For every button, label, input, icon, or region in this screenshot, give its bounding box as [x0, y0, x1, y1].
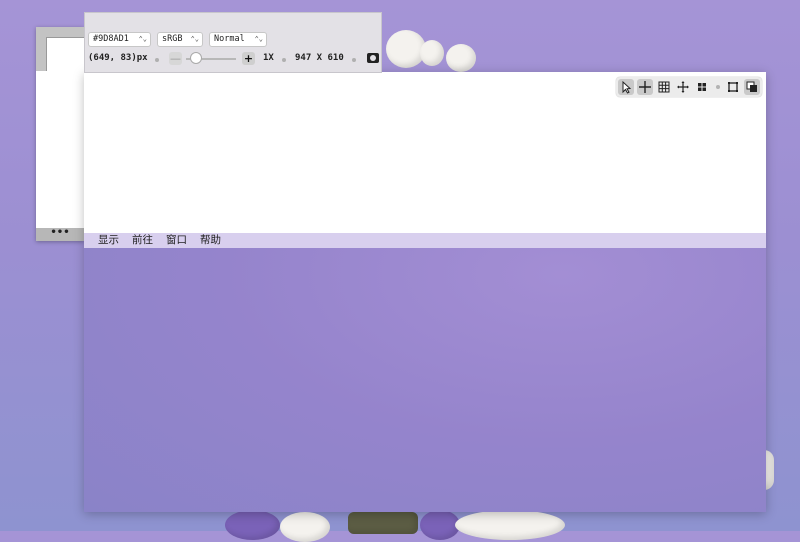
loupe-window[interactable]: ••• [36, 27, 84, 241]
separator-dot [282, 58, 286, 62]
tool-palette [616, 77, 762, 97]
color-picker-panel: #9D8AD1 ⌃⌄ sRGB ⌃⌄ Normal ⌃⌄ (649, 83)px… [84, 12, 382, 73]
color-space-value: sRGB [162, 34, 183, 44]
layers-icon[interactable] [744, 79, 760, 95]
crop-frame-icon[interactable] [725, 79, 741, 95]
main-window: 显示 前往 窗口 帮助 [84, 72, 766, 512]
separator-dot [155, 58, 159, 62]
camera-icon[interactable] [367, 53, 379, 63]
image-dimensions: 947 X 610 [295, 53, 344, 63]
hex-value: #9D8AD1 [93, 34, 129, 44]
flower-decoration [446, 44, 476, 72]
crosshair-icon[interactable] [637, 79, 653, 95]
menu-view[interactable]: 显示 [98, 233, 119, 248]
blend-mode-select[interactable]: Normal ⌃⌄ [209, 32, 267, 47]
flower-decoration [420, 510, 460, 540]
cursor-coordinates: (649, 83)px [88, 53, 148, 63]
flower-decoration [280, 512, 330, 542]
zoom-out-button[interactable]: — [169, 52, 182, 65]
zoom-level: 1X [263, 53, 274, 63]
zoom-slider-handle[interactable] [190, 52, 202, 64]
color-space-select[interactable]: sRGB ⌃⌄ [157, 32, 203, 47]
separator-dot [716, 85, 720, 89]
hex-value-select[interactable]: #9D8AD1 ⌃⌄ [88, 32, 151, 47]
desktop-preview-area [84, 248, 766, 512]
menu-bar: 显示 前往 窗口 帮助 [84, 233, 766, 248]
menu-window[interactable]: 窗口 [166, 233, 187, 248]
pointer-icon[interactable] [618, 79, 634, 95]
loupe-preview [36, 27, 84, 71]
move-icon[interactable] [675, 79, 691, 95]
flower-decoration [225, 510, 280, 540]
flower-decoration [455, 510, 565, 540]
menu-go[interactable]: 前往 [132, 233, 153, 248]
flower-decoration [420, 40, 444, 66]
loupe-more-handle[interactable]: ••• [36, 228, 84, 241]
chevron-updown-icon: ⌃⌄ [254, 35, 263, 43]
separator-dot [352, 58, 356, 62]
zoom-in-button[interactable]: + [242, 52, 255, 65]
grid-icon[interactable] [656, 79, 672, 95]
blend-mode-value: Normal [214, 34, 245, 44]
chevron-updown-icon: ⌃⌄ [138, 35, 147, 43]
chevron-updown-icon: ⌃⌄ [190, 35, 199, 43]
tiles-icon[interactable] [694, 79, 710, 95]
menu-help[interactable]: 帮助 [200, 233, 221, 248]
